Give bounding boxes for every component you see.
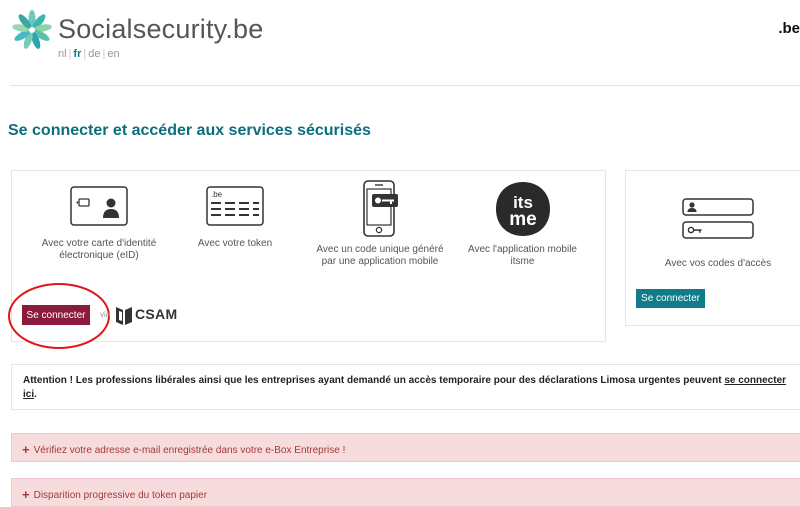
brand-name[interactable]: Socialsecurity.be	[58, 14, 264, 45]
lang-en[interactable]: en	[107, 48, 119, 60]
method-itsme-label: Avec l'application mobile itsme	[467, 244, 577, 267]
limosa-notice-text: Attention ! Les professions libérales ai…	[23, 375, 725, 386]
token-card-icon: .be	[206, 186, 264, 226]
csam-logo-icon	[116, 307, 132, 325]
access-codes-label: Avec vos codes d'accès	[664, 258, 772, 269]
eid-connect-button[interactable]: Se connecter	[22, 305, 90, 325]
language-switcher: nl | fr | de | en	[58, 48, 120, 60]
csam-text: CSAM	[135, 306, 178, 322]
method-mobile-code: Avec un code unique généré par une appli…	[315, 180, 445, 268]
method-token-label: Avec votre token	[197, 238, 273, 249]
eid-card-icon	[70, 186, 128, 226]
method-token: .be Avec votre token	[175, 186, 295, 250]
socialsecurity-logo-icon[interactable]	[10, 8, 54, 52]
method-access-codes: Avec vos codes d'accès	[640, 198, 796, 269]
mobile-code-icon	[363, 180, 398, 237]
alert-email-verification-text: Vérifiez votre adresse e-mail enregistré…	[33, 445, 346, 456]
alert-paper-token[interactable]: + Disparition progressive du token papier	[11, 478, 800, 507]
page-title: Se connecter et accéder aux services séc…	[8, 122, 371, 139]
method-mobile-code-label: Avec un code unique généré par une appli…	[316, 244, 444, 267]
method-eid: Avec votre carte d'identité électronique…	[24, 186, 174, 262]
itsme-icon: its me	[495, 182, 550, 236]
access-codes-connect-button[interactable]: Se connecter	[636, 289, 705, 308]
limosa-notice-end: .	[34, 389, 37, 400]
lang-de[interactable]: de	[88, 48, 100, 60]
belgium-be-logo[interactable]: .be	[778, 20, 800, 37]
via-text: via	[100, 310, 111, 319]
plus-icon: +	[22, 487, 30, 502]
lang-nl[interactable]: nl	[58, 48, 67, 60]
lang-separator: |	[68, 48, 72, 60]
alert-email-verification[interactable]: + Vérifiez votre adresse e-mail enregistr…	[11, 433, 800, 462]
method-eid-label: Avec votre carte d'identité électronique…	[41, 238, 157, 261]
limosa-notice: Attention ! Les professions libérales ai…	[11, 364, 800, 410]
header-divider	[10, 85, 800, 86]
method-itsme: its me Avec l'application mobile itsme	[455, 180, 590, 268]
lang-separator: |	[83, 48, 87, 60]
itsme-logo-me: me	[509, 209, 536, 230]
lang-fr[interactable]: fr	[73, 48, 81, 60]
plus-icon: +	[22, 442, 30, 457]
access-codes-icon	[682, 198, 754, 239]
svg-text:.be: .be	[211, 190, 223, 199]
lang-separator: |	[102, 48, 106, 60]
alert-paper-token-text: Disparition progressive du token papier	[33, 490, 208, 501]
